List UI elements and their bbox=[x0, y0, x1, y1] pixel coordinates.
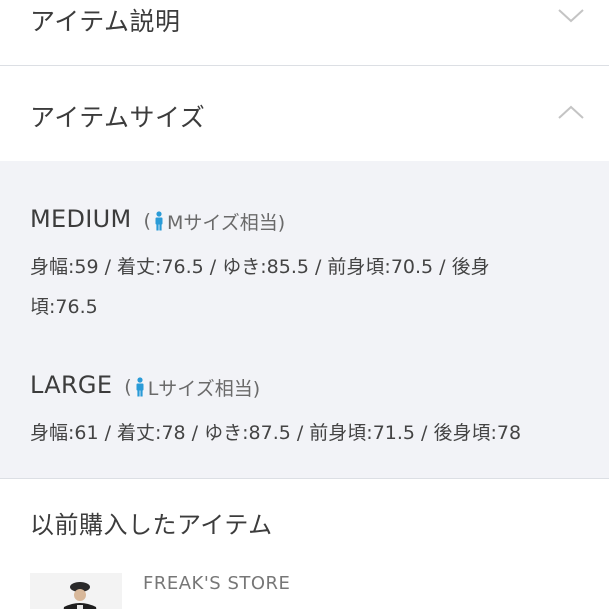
chevron-down-icon bbox=[558, 9, 584, 23]
size-equiv-text: Mサイズ相当) bbox=[166, 211, 286, 234]
brand-name: FREAK'S STORE bbox=[143, 573, 291, 594]
size-header: MEDIUM ( Mサイズ相当) bbox=[30, 205, 580, 235]
size-header: LARGE ( Lサイズ相当) bbox=[30, 371, 580, 401]
accordion-title-description: アイテム説明 bbox=[30, 7, 181, 36]
person-icon bbox=[155, 211, 163, 231]
chevron-up-icon[interactable] bbox=[557, 104, 585, 120]
size-equiv-prefix: ( bbox=[124, 376, 132, 398]
product-image-icon bbox=[30, 573, 122, 609]
size-measurements: 身幅:61 / 着丈:78 / ゆき:87.5 / 前身頃:71.5 / 後身頃… bbox=[30, 421, 522, 444]
size-equivalent: ( Mサイズ相当) bbox=[144, 208, 286, 235]
size-name: MEDIUM bbox=[30, 205, 132, 233]
size-block-medium: MEDIUM ( Mサイズ相当) 身幅:59 / 着丈:76.5 / ゆき:85… bbox=[30, 205, 580, 327]
size-panel: MEDIUM ( Mサイズ相当) 身幅:59 / 着丈:76.5 / ゆき:85… bbox=[0, 161, 609, 479]
size-name: LARGE bbox=[30, 371, 113, 399]
accordion-title-size: アイテムサイズ bbox=[30, 103, 206, 132]
accordion-item-size[interactable]: アイテムサイズ bbox=[0, 66, 609, 162]
list-item[interactable]: FREAK'S STORE bbox=[0, 567, 609, 609]
section-title: 以前購入したアイテム bbox=[30, 511, 273, 539]
size-equiv-text: Lサイズ相当) bbox=[147, 377, 261, 400]
item-detail-page: アイテム説明 アイテムサイズ MEDIUM (Mサイズ相当) 身幅:59 / … bbox=[0, 0, 609, 609]
person-icon bbox=[136, 377, 144, 397]
size-measurements: 身幅:59 / 着丈:76.5 / ゆき:85.5 / 前身頃:70.5 / 後… bbox=[30, 255, 490, 318]
size-equivalent: ( Lサイズ相当) bbox=[124, 374, 260, 401]
product-thumbnail[interactable] bbox=[30, 573, 122, 609]
size-equiv-prefix: ( bbox=[143, 210, 151, 232]
size-block-large: LARGE ( Lサイズ相当) 身幅:61 / 着丈:78 / ゆき:87.5 … bbox=[30, 371, 580, 453]
accordion-item-description[interactable]: アイテム説明 bbox=[0, 0, 609, 66]
purchase-history-section: 以前購入したアイテム FREAK'S STORE bbox=[0, 479, 609, 609]
